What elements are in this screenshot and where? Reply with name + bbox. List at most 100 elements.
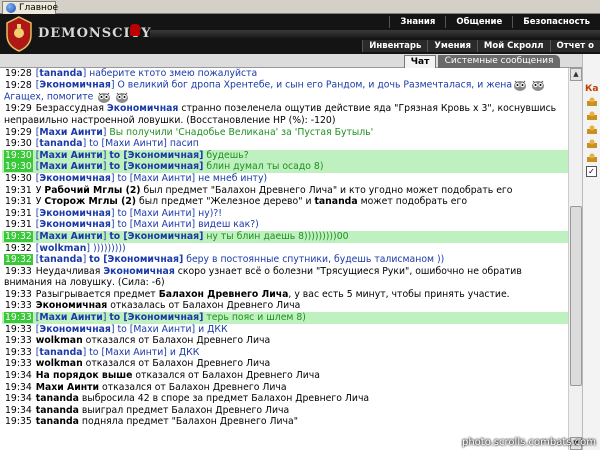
tab-system-messages[interactable]: Системные сообщения — [438, 55, 560, 68]
message-time[interactable]: 19:31 — [4, 208, 33, 219]
message-time[interactable]: 19:32 — [4, 243, 33, 254]
player-name[interactable]: tananda — [39, 68, 82, 79]
user-icon[interactable] — [586, 125, 598, 135]
message-time[interactable]: 19:34 — [4, 405, 33, 416]
player-name[interactable]: Экономичная — [39, 173, 111, 184]
message-time[interactable]: 19:28 — [4, 80, 33, 91]
player-name[interactable]: Балахон Древнего Лича — [159, 289, 289, 300]
player-name[interactable]: Махи Аинти — [39, 161, 102, 172]
message-time[interactable]: 19:30 — [4, 149, 33, 161]
message-time[interactable]: 19:28 — [4, 68, 33, 79]
message-text: отказался от Балахон Древнего Лича — [82, 335, 271, 347]
message-time[interactable]: 19:30 — [4, 138, 33, 149]
player-name[interactable]: Махи Аинти — [39, 150, 102, 161]
nav-knowledge[interactable]: Знания — [389, 16, 445, 28]
nav-report[interactable]: Отчет о — [549, 40, 600, 52]
scroll-up-arrow-icon[interactable]: ▲ — [570, 68, 582, 81]
player-name[interactable]: Махи Аинти — [36, 382, 99, 393]
chat-message: 19:28 [tananda] наберите ктото змею пожа… — [2, 68, 568, 80]
player-name[interactable]: tananda — [36, 393, 79, 404]
user-icon[interactable] — [586, 111, 598, 121]
message-text: ] to [Махи Аинти] — [110, 323, 199, 335]
player-name[interactable]: Экономичная — [39, 208, 111, 219]
chat-message: 19:30 [Экономичная] to [Махи Аинти] не м… — [2, 173, 568, 185]
message-time[interactable]: 19:33 — [4, 324, 33, 335]
message-time[interactable]: 19:33 — [4, 300, 33, 311]
player-name[interactable]: Экономичная — [103, 266, 175, 277]
player-name[interactable]: tananda — [39, 254, 82, 265]
user-icon[interactable] — [586, 97, 598, 107]
globe-icon — [6, 3, 16, 13]
message-time[interactable]: 19:34 — [4, 370, 33, 381]
watermark: photo.scrolls.combats.com — [461, 437, 596, 448]
message-time[interactable]: 19:31 — [4, 219, 33, 230]
message-text: беру в постоянные спутники, будешь талис… — [183, 254, 445, 266]
message-time[interactable]: 19:33 — [4, 266, 33, 277]
message-text: был предмет "Железное дерево" и — [136, 196, 315, 208]
browser-tab-main[interactable]: Главное — [2, 1, 58, 14]
message-text: ] to [Махи Аинти] — [110, 219, 199, 231]
player-name[interactable]: Рабочий Мглы (2) — [44, 185, 140, 196]
message-time[interactable]: 19:32 — [4, 254, 33, 266]
message-text: будешь? — [203, 149, 249, 161]
message-time[interactable]: 19:31 — [4, 185, 33, 196]
message-time[interactable]: 19:33 — [4, 358, 33, 369]
message-time[interactable]: 19:34 — [4, 393, 33, 404]
player-name[interactable]: Махи Аинти — [39, 312, 102, 323]
player-name[interactable]: tananda — [314, 196, 357, 207]
message-time[interactable]: 19:34 — [4, 382, 33, 393]
nav-my-scroll[interactable]: Мой Скролл — [476, 40, 550, 52]
chat-message: 19:33 wolkman отказался от Балахон Древн… — [2, 335, 568, 347]
chat-message: 19:31 [Экономичная] to [Махи Аинти] ну)?… — [2, 208, 568, 220]
chat-log: 19:27 [Махи Аинти] to [Экономичная] пару… — [2, 54, 568, 450]
message-text: Агащех, помогите — [4, 91, 97, 103]
message-text: ] — [86, 242, 93, 254]
chat-message: 19:35 tananda подняла предмет "Балахон Д… — [2, 416, 568, 428]
chat-scrollbar[interactable]: ▲ ▼ — [568, 68, 582, 450]
player-name[interactable]: tananda — [36, 405, 79, 416]
tab-chat[interactable]: Чат — [404, 55, 436, 68]
player-name[interactable]: Сторож Мглы (2) — [44, 196, 136, 207]
nav-security[interactable]: Безопасность — [512, 16, 600, 28]
owl-smiley-icon — [532, 80, 545, 92]
message-time[interactable]: 19:33 — [4, 335, 33, 346]
message-text: ] — [110, 79, 118, 91]
message-time[interactable]: 19:29 — [4, 127, 33, 138]
player-name[interactable]: На порядок выше — [36, 370, 133, 381]
player-name[interactable]: Махи Аинти — [39, 127, 102, 138]
right-panel-title: Ка — [585, 84, 599, 94]
player-name[interactable]: wolkman — [39, 243, 86, 254]
game-header: DEMONSCITY Знания Общение Безопасность И… — [0, 14, 600, 54]
message-text: терь пояс и шлем 8) — [203, 312, 306, 324]
player-name[interactable]: Махи Аинти — [39, 231, 102, 242]
user-icon[interactable] — [586, 139, 598, 149]
player-name[interactable]: wolkman — [36, 358, 83, 369]
message-time[interactable]: 19:32 — [4, 230, 33, 242]
player-name[interactable]: tananda — [36, 416, 79, 427]
message-text: Экономичная — [127, 230, 200, 242]
message-text: , у вас есть 5 минут, чтобы принять учас… — [288, 288, 510, 300]
message-time[interactable]: 19:29 — [4, 103, 33, 114]
player-name[interactable]: Экономичная — [39, 80, 111, 91]
message-time[interactable]: 19:33 — [4, 289, 33, 300]
message-text: и ДКК — [169, 346, 200, 358]
nav-skills[interactable]: Умения — [427, 40, 477, 52]
message-time[interactable]: 19:33 — [4, 312, 33, 324]
message-time[interactable]: 19:31 — [4, 196, 33, 207]
player-name[interactable]: Экономичная — [39, 219, 111, 230]
player-name[interactable]: tananda — [39, 347, 82, 358]
player-name[interactable]: Экономичная — [36, 300, 108, 311]
message-time[interactable]: 19:33 — [4, 347, 33, 358]
user-icon[interactable] — [586, 153, 598, 163]
player-name[interactable]: Экономичная — [107, 103, 179, 114]
player-name[interactable]: Экономичная — [39, 324, 111, 335]
nav-communication[interactable]: Общение — [445, 16, 512, 28]
message-time[interactable]: 19:35 — [4, 416, 33, 427]
scroll-thumb[interactable] — [570, 206, 582, 386]
player-name[interactable]: tananda — [39, 138, 82, 149]
message-time[interactable]: 19:30 — [4, 161, 33, 173]
message-time[interactable]: 19:30 — [4, 173, 33, 184]
player-name[interactable]: wolkman — [36, 335, 83, 346]
panel-checkbox[interactable]: ✓ — [586, 166, 597, 177]
nav-inventory[interactable]: Инвентарь — [362, 40, 427, 52]
